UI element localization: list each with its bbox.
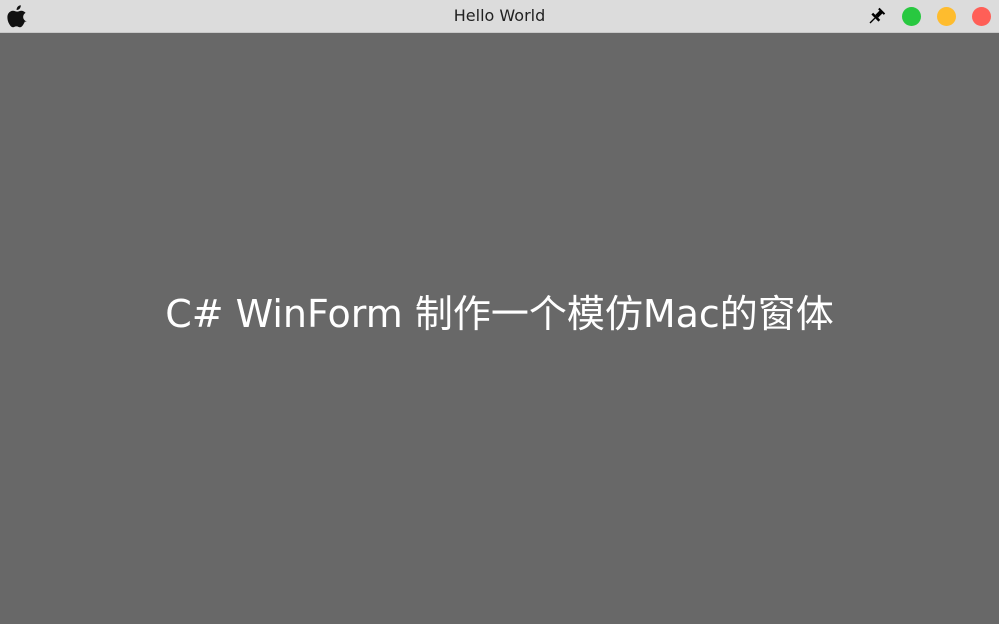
main-heading: C# WinForm 制作一个模仿Mac的窗体 xyxy=(165,292,834,336)
pin-icon[interactable] xyxy=(866,7,886,27)
title-bar[interactable]: Hello World xyxy=(0,0,999,33)
minimize-button[interactable] xyxy=(937,7,956,26)
window-title: Hello World xyxy=(453,6,546,25)
maximize-button[interactable] xyxy=(902,7,921,26)
app-window: Hello World C# WinForm 制作一个模仿Mac的窗体 xyxy=(0,0,999,624)
window-content: C# WinForm 制作一个模仿Mac的窗体 xyxy=(0,33,999,624)
close-button[interactable] xyxy=(972,7,991,26)
apple-icon[interactable] xyxy=(7,4,27,28)
